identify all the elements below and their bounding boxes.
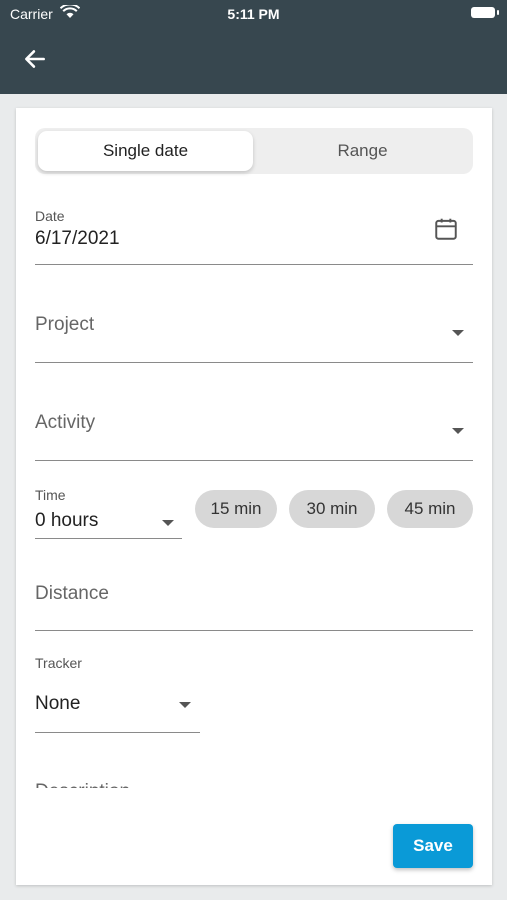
calendar-icon[interactable] <box>433 216 459 242</box>
range-tab[interactable]: Range <box>255 131 470 171</box>
time-dropdown-caret-icon <box>162 520 174 526</box>
project-dropdown[interactable]: Project <box>35 302 473 363</box>
date-field[interactable]: Date 6/17/2021 <box>35 204 473 265</box>
activity-dropdown-caret-icon <box>452 428 464 434</box>
scroll-clip <box>16 788 492 808</box>
status-bar: Carrier 5:11 PM <box>0 0 507 30</box>
date-label: Date <box>35 208 65 224</box>
time-value: 0 hours <box>35 510 99 531</box>
date-mode-segmented-control: Single date Range <box>35 128 473 174</box>
single-date-tab[interactable]: Single date <box>38 131 253 171</box>
chip-15-min[interactable]: 15 min <box>195 490 277 528</box>
entry-form-card: Single date Range Date 6/17/2021 Project… <box>16 108 492 885</box>
distance-placeholder: Distance <box>35 583 109 604</box>
time-label: Time <box>35 487 66 503</box>
battery-icon <box>471 7 499 18</box>
date-value: 6/17/2021 <box>35 228 120 249</box>
tracker-label: Tracker <box>35 655 82 671</box>
time-dropdown[interactable]: Time 0 hours <box>35 484 182 539</box>
app-bar: Carrier 5:11 PM <box>0 0 507 94</box>
tracker-value: None <box>35 693 81 714</box>
status-time: 5:11 PM <box>227 6 280 22</box>
activity-placeholder: Activity <box>35 412 96 433</box>
distance-input[interactable]: Distance <box>35 568 473 631</box>
tracker-dropdown-caret-icon <box>179 702 191 708</box>
chip-45-min[interactable]: 45 min <box>387 490 473 528</box>
project-placeholder: Project <box>35 314 95 335</box>
save-button[interactable]: Save <box>393 824 473 868</box>
tracker-dropdown[interactable]: None <box>35 678 200 733</box>
project-dropdown-caret-icon <box>452 330 464 336</box>
activity-dropdown[interactable]: Activity <box>35 400 473 461</box>
chip-30-min[interactable]: 30 min <box>289 490 375 528</box>
back-arrow-icon[interactable] <box>22 46 48 72</box>
